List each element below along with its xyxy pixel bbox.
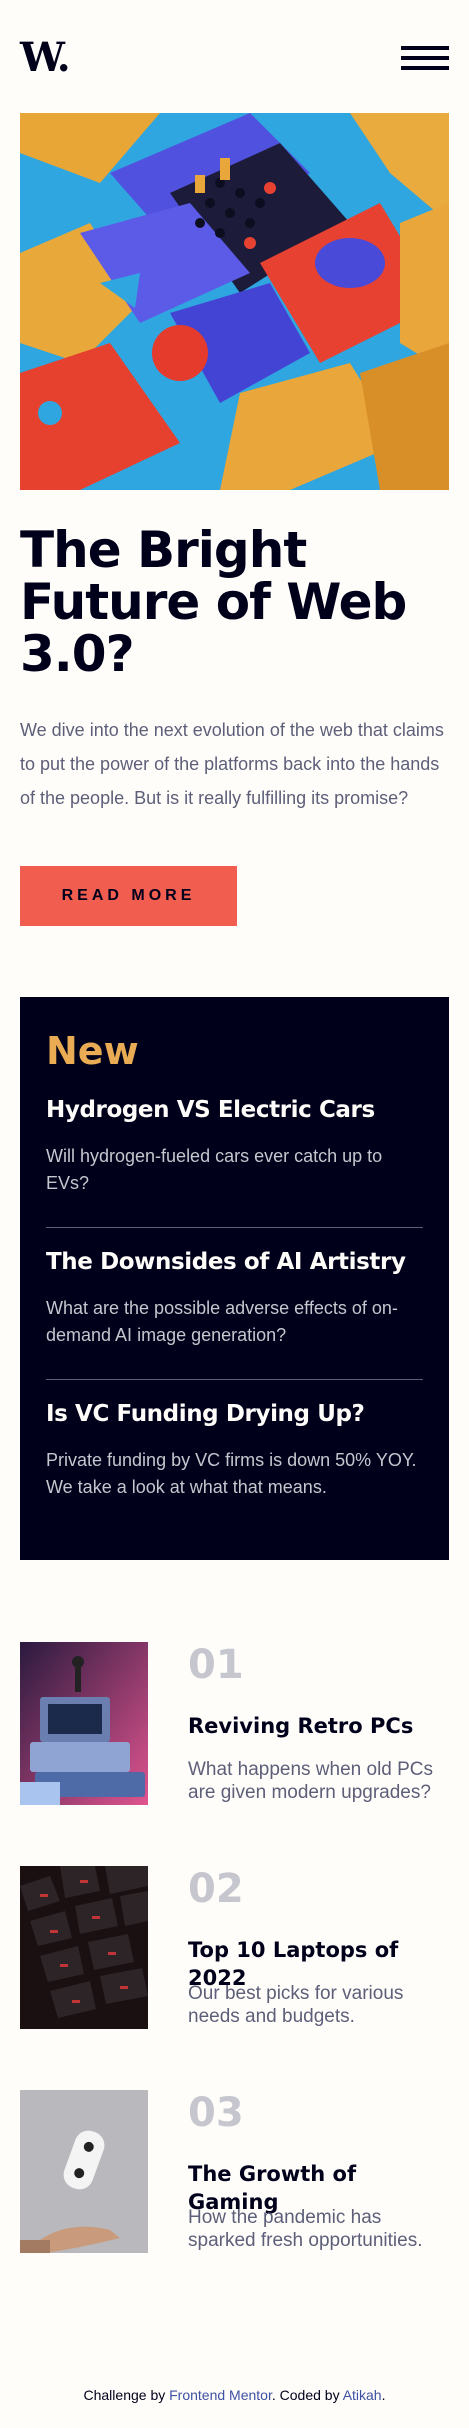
- hero-title: The Bright Future of Web 3.0?: [20, 521, 407, 683]
- frontend-mentor-link[interactable]: Frontend Mentor: [169, 2387, 272, 2403]
- divider: [46, 1379, 423, 1380]
- new-item-title[interactable]: The Downsides of AI Artistry: [46, 1247, 423, 1277]
- article-card: 02 Top 10 Laptops of 2022 Our best picks…: [20, 1866, 449, 2029]
- new-item-title[interactable]: Hydrogen VS Electric Cars: [46, 1095, 423, 1125]
- laptop-keyboard-image: [20, 1866, 148, 2029]
- new-item-text: Private funding by VC firms is down 50% …: [46, 1450, 417, 1497]
- menu-bar: [401, 46, 449, 50]
- card-number: 01: [188, 1642, 244, 1688]
- hero-image: [20, 113, 449, 490]
- article-card: 01 Reviving Retro PCs What happens when …: [20, 1642, 449, 1805]
- card-text: Our best picks for various needs and bud…: [188, 1983, 404, 2027]
- footer-middle: . Coded by: [271, 2387, 343, 2403]
- card-text: How the pandemic has sparked fresh oppor…: [188, 2207, 423, 2251]
- footer-prefix: Challenge by: [83, 2387, 170, 2403]
- site-header: W.: [20, 38, 449, 78]
- card-number: 02: [188, 1866, 244, 1912]
- read-more-button[interactable]: READ MORE: [20, 866, 237, 926]
- footer-suffix: .: [381, 2387, 386, 2403]
- site-logo[interactable]: W.: [20, 38, 71, 78]
- card-text: What happens when old PCs are given mode…: [188, 1759, 434, 1803]
- hamburger-menu-icon[interactable]: [401, 46, 449, 70]
- new-item-text: Will hydrogen-fueled cars ever catch up …: [46, 1146, 383, 1193]
- new-item-title[interactable]: Is VC Funding Drying Up?: [46, 1399, 423, 1429]
- menu-bar: [401, 56, 449, 60]
- new-item-text: What are the possible adverse effects of…: [46, 1298, 398, 1345]
- new-heading: New: [46, 1029, 139, 1073]
- menu-bar: [401, 66, 449, 70]
- attribution-footer: Challenge by Frontend Mentor. Coded by A…: [0, 2387, 469, 2403]
- new-articles-panel: New Hydrogen VS Electric Cars Will hydro…: [20, 997, 449, 1560]
- divider: [46, 1227, 423, 1228]
- author-link[interactable]: Atikah: [343, 2387, 382, 2403]
- article-card: 03 The Growth of Gaming How the pandemic…: [20, 2090, 449, 2253]
- hero-description: We dive into the next evolution of the w…: [20, 720, 444, 808]
- new-item: Is VC Funding Drying Up? Private funding…: [46, 1399, 423, 1501]
- retro-pc-image: [20, 1642, 148, 1805]
- gaming-controller-image: [20, 2090, 148, 2253]
- card-number: 03: [188, 2090, 244, 2136]
- new-item: Hydrogen VS Electric Cars Will hydrogen-…: [46, 1095, 423, 1197]
- card-title[interactable]: Reviving Retro PCs: [188, 1712, 413, 1740]
- new-item: The Downsides of AI Artistry What are th…: [46, 1247, 423, 1349]
